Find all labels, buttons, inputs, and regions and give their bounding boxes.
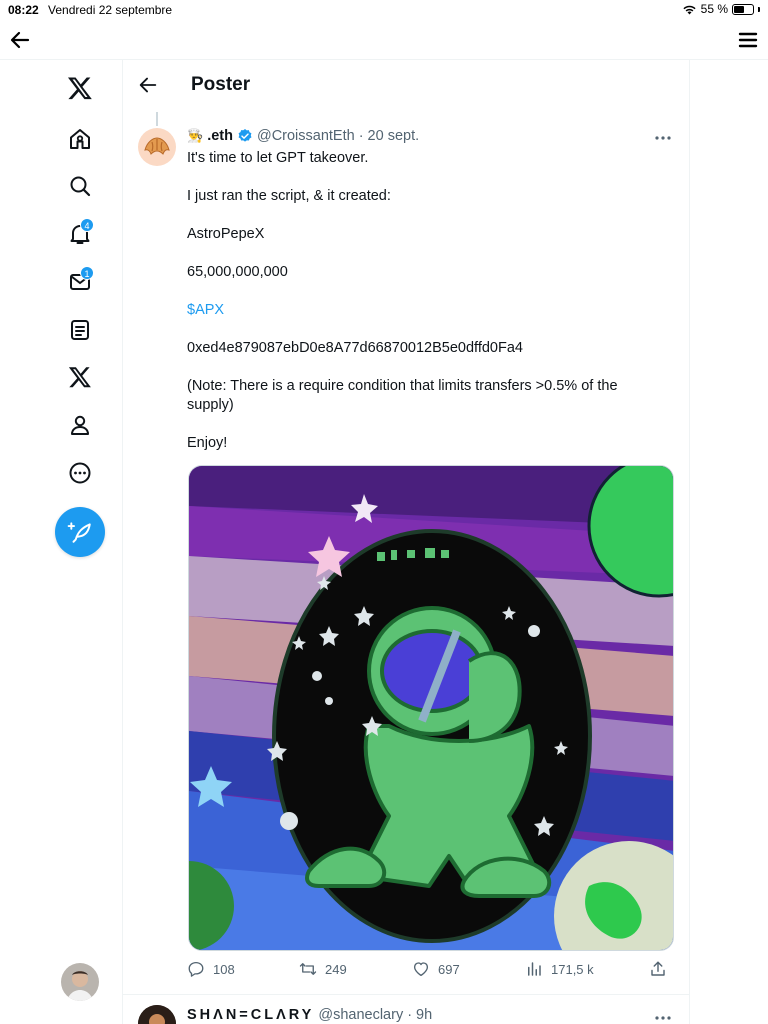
status-date: Vendredi 22 septembre — [48, 3, 173, 17]
repost-icon — [299, 963, 317, 975]
tweet-divider — [123, 994, 690, 995]
tweet-body: It's time to let GPT takeover. I just ra… — [187, 149, 667, 472]
nav-profile[interactable] — [62, 407, 98, 443]
battery-icon — [732, 3, 754, 15]
share-icon — [651, 961, 665, 976]
view-count: 171,5 k — [551, 961, 594, 977]
nav-home[interactable] — [62, 121, 98, 157]
next-tweet-time[interactable]: 9h — [416, 1007, 432, 1023]
thread-connector — [156, 112, 158, 126]
notifications-badge: 4 — [80, 218, 94, 232]
messages-badge: 1 — [80, 266, 94, 280]
x-premium-icon — [68, 367, 91, 388]
nav-lists[interactable] — [62, 312, 98, 348]
nav-rail: 4 1 — [0, 60, 123, 1024]
tweet-line: (Note: There is a require condition that… — [187, 378, 618, 413]
user-photo-icon — [138, 1005, 176, 1024]
nav-notifications[interactable]: 4 — [62, 216, 98, 252]
tweet-header: 👨‍🍳 .eth @CroissantEth · 20 sept. — [187, 128, 419, 144]
more-horizontal-icon — [655, 136, 671, 140]
page-title: Poster — [191, 74, 251, 95]
reply-button[interactable]: 108 — [187, 960, 235, 978]
tweet-line: 65,000,000,000 — [187, 264, 288, 280]
next-tweet-header: SHΛN=CLΛRY @shaneclary · 9h — [187, 1007, 432, 1023]
next-author-avatar[interactable] — [138, 1005, 176, 1024]
next-author-name[interactable]: SHΛN=CLΛRY — [187, 1007, 314, 1023]
nav-premium[interactable] — [62, 359, 98, 395]
search-icon — [70, 176, 91, 197]
user-photo-icon — [61, 963, 99, 1001]
tweet-line: Enjoy! — [187, 435, 228, 451]
menu-button[interactable] — [736, 28, 760, 52]
tweet-image[interactable] — [188, 465, 674, 951]
repost-button[interactable]: 249 — [299, 960, 347, 978]
back-button[interactable] — [8, 28, 32, 52]
heart-icon — [413, 962, 429, 977]
reply-icon — [188, 961, 204, 977]
author-name[interactable]: .eth — [207, 128, 233, 144]
wifi-icon — [683, 5, 696, 14]
astronaut-frog-image — [189, 466, 673, 950]
share-button[interactable] — [649, 960, 667, 978]
status-indicators: 55 % — [682, 2, 760, 16]
compose-button[interactable] — [55, 507, 105, 557]
nav-search[interactable] — [62, 168, 98, 204]
views-button[interactable]: 171,5 k — [525, 960, 594, 978]
list-icon — [71, 320, 89, 340]
status-time: 08:22 — [8, 3, 39, 17]
person-icon — [71, 415, 89, 435]
nav-x-logo[interactable] — [62, 70, 98, 106]
tweet-date[interactable]: 20 sept. — [368, 128, 420, 144]
author-emoji: 👨‍🍳 — [187, 128, 204, 143]
x-logo-icon — [67, 77, 92, 100]
author-handle[interactable]: @CroissantEth — [257, 128, 355, 144]
croissant-icon — [144, 137, 170, 155]
bar-chart-icon — [528, 962, 541, 976]
arrow-left-icon — [10, 31, 30, 49]
nav-more[interactable] — [62, 455, 98, 491]
like-count: 697 — [438, 961, 460, 977]
tweet-line: It's time to let GPT takeover. — [187, 150, 369, 166]
more-horizontal-icon — [655, 1016, 671, 1020]
more-circle-icon — [69, 462, 91, 484]
tweet-line: I just ran the script, & it created: — [187, 188, 391, 204]
contract-address: 0xed4e879087ebD0e8A77d66870012B5e0dffd0F… — [187, 340, 523, 356]
status-bar: 08:22 Vendredi 22 septembre 55 % — [0, 0, 768, 20]
header-separator: · — [358, 128, 364, 144]
author-avatar[interactable] — [138, 128, 176, 166]
main-column: Poster 👨‍🍳 .eth @CroissantEth · 20 sept.… — [123, 60, 690, 1024]
header-back-button[interactable] — [137, 74, 161, 98]
next-separator: · — [407, 1007, 413, 1023]
feather-plus-icon — [67, 522, 91, 543]
tweet-line: AstroPepeX — [187, 226, 265, 242]
nav-messages[interactable]: 1 — [62, 264, 98, 300]
next-author-handle[interactable]: @shaneclary — [318, 1007, 403, 1023]
battery-percent: 55 % — [700, 2, 728, 16]
page-header: Poster — [123, 60, 690, 112]
like-button[interactable]: 697 — [412, 960, 460, 978]
arrow-left-icon — [139, 77, 157, 93]
reply-count: 108 — [213, 961, 235, 977]
menu-icon — [738, 32, 758, 48]
app-top-bar — [0, 20, 768, 60]
tweet-more-button[interactable] — [653, 130, 673, 146]
cashtag-link[interactable]: $APX — [187, 301, 667, 320]
repost-count: 249 — [325, 961, 347, 977]
tweet-actions: 108 249 697 171,5 k — [187, 960, 677, 984]
home-icon — [70, 129, 90, 149]
next-tweet-more-button[interactable] — [653, 1010, 673, 1024]
account-avatar[interactable] — [61, 963, 99, 1001]
verified-badge-icon — [238, 129, 252, 142]
